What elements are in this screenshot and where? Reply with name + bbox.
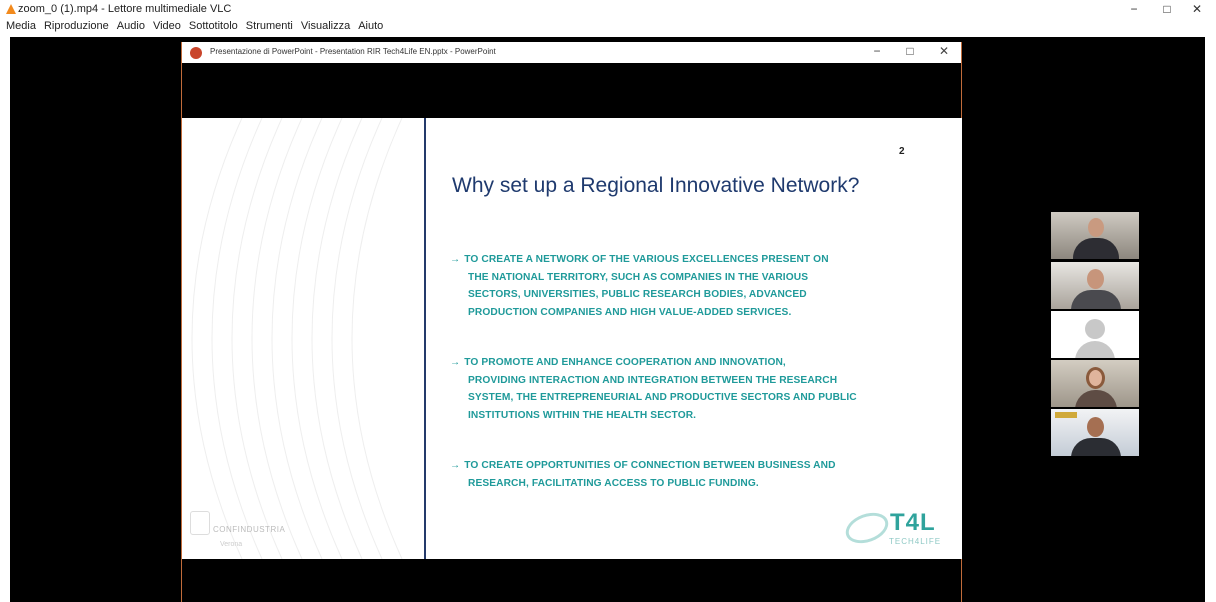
menu-sottotitolo[interactable]: Sottotitolo (189, 18, 238, 36)
confindustria-logo-icon (190, 511, 210, 535)
slide-number: 2 (899, 146, 905, 157)
bullet-1-line-4: PRODUCTION COMPANIES AND HIGH VALUE-ADDE… (468, 306, 792, 318)
participant-tile-5[interactable] (1051, 409, 1139, 456)
bullet-2-line-3: SYSTEM, THE ENTREPRENEURIAL AND PRODUCTI… (468, 392, 857, 403)
tech4life-logo: T4L (890, 509, 936, 536)
menu-strumenti[interactable]: Strumenti (246, 18, 293, 36)
bullet-3-line-2: RESEARCH, FACILITATING ACCESS TO PUBLIC … (468, 477, 759, 489)
menu-bar: Media Riproduzione Audio Video Sottotito… (0, 18, 1216, 36)
arrow-icon: → (450, 357, 461, 368)
vlc-cone-icon (6, 4, 16, 14)
ppt-minimize-button[interactable]: − (864, 45, 890, 59)
confindustria-name: CONFINDUSTRIA (213, 525, 286, 534)
powerpoint-window: Presentazione di PowerPoint - Presentati… (181, 42, 962, 602)
bullet-2-line-1: TO PROMOTE AND ENHANCE COOPERATION AND I… (464, 357, 786, 368)
vlc-titlebar: zoom_0 (1).mp4 - Lettore multimediale VL… (0, 0, 1216, 18)
participant-face (1088, 218, 1104, 237)
menu-media[interactable]: Media (6, 18, 36, 36)
participant-face (1089, 370, 1102, 386)
participant-tile-1[interactable] (1051, 212, 1139, 259)
participant-tile-2[interactable] (1051, 262, 1139, 309)
powerpoint-title: Presentazione di PowerPoint - Presentati… (210, 47, 496, 56)
ppt-maximize-button[interactable]: □ (897, 45, 923, 59)
window-title: zoom_0 (1).mp4 - Lettore multimediale VL… (18, 3, 232, 15)
bullet-2-line-4: INSTITUTIONS WITHIN THE HEALTH SECTOR. (468, 409, 697, 421)
ppt-close-button[interactable]: ✕ (931, 45, 957, 59)
slide-left-panel: CONFINDUSTRIA Verona (182, 118, 426, 559)
participant-tile-3[interactable] (1051, 311, 1139, 358)
participant-face (1087, 417, 1104, 437)
slide-thumbnail-icon (1055, 412, 1077, 418)
minimize-button[interactable]: − (1119, 2, 1149, 18)
slide: CONFINDUSTRIA Verona 2 Why set up a Regi… (182, 118, 962, 559)
menu-aiuto[interactable]: Aiuto (358, 18, 383, 36)
participant-tile-4[interactable] (1051, 360, 1139, 407)
bullet-1-line-1: TO CREATE A NETWORK OF THE VARIOUS EXCEL… (464, 254, 829, 265)
powerpoint-titlebar: Presentazione di PowerPoint - Presentati… (182, 42, 961, 63)
bullet-1-line-3: SECTORS, UNIVERSITIES, PUBLIC RESEARCH B… (468, 289, 807, 300)
bullet-3: → TO CREATE OPPORTUNITIES OF CONNECTION B… (450, 457, 870, 492)
bullet-3-line-1: TO CREATE OPPORTUNITIES OF CONNECTION BE… (464, 460, 836, 471)
powerpoint-icon (190, 47, 202, 59)
menu-audio[interactable]: Audio (117, 18, 145, 36)
tech4life-sub: TECH4LIFE (889, 537, 942, 546)
bullet-1: → TO CREATE A NETWORK OF THE VARIOUS EXCE… (450, 251, 870, 321)
confindustria-city: Verona (220, 541, 243, 548)
bullet-1-line-2: THE NATIONAL TERRITORY, SUCH AS COMPANIE… (468, 271, 809, 283)
maximize-button[interactable]: □ (1152, 2, 1182, 18)
menu-riproduzione[interactable]: Riproduzione (44, 18, 109, 36)
participant-face (1087, 269, 1104, 289)
menu-visualizza[interactable]: Visualizza (301, 18, 350, 36)
default-avatar-body (1075, 341, 1115, 358)
slide-title: Why set up a Regional Innovative Network… (452, 174, 860, 197)
arrow-icon: → (450, 460, 461, 471)
bullet-2: → TO PROMOTE AND ENHANCE COOPERATION AND … (450, 354, 870, 424)
bullet-2-line-2: PROVIDING INTERACTION AND INTEGRATION BE… (468, 374, 838, 386)
tech4life-swoosh-icon (841, 507, 893, 549)
menu-video[interactable]: Video (153, 18, 181, 36)
default-avatar-icon (1085, 319, 1105, 339)
close-button[interactable]: ✕ (1182, 2, 1212, 18)
arrow-icon: → (450, 254, 461, 265)
decorative-arcs (191, 118, 403, 559)
